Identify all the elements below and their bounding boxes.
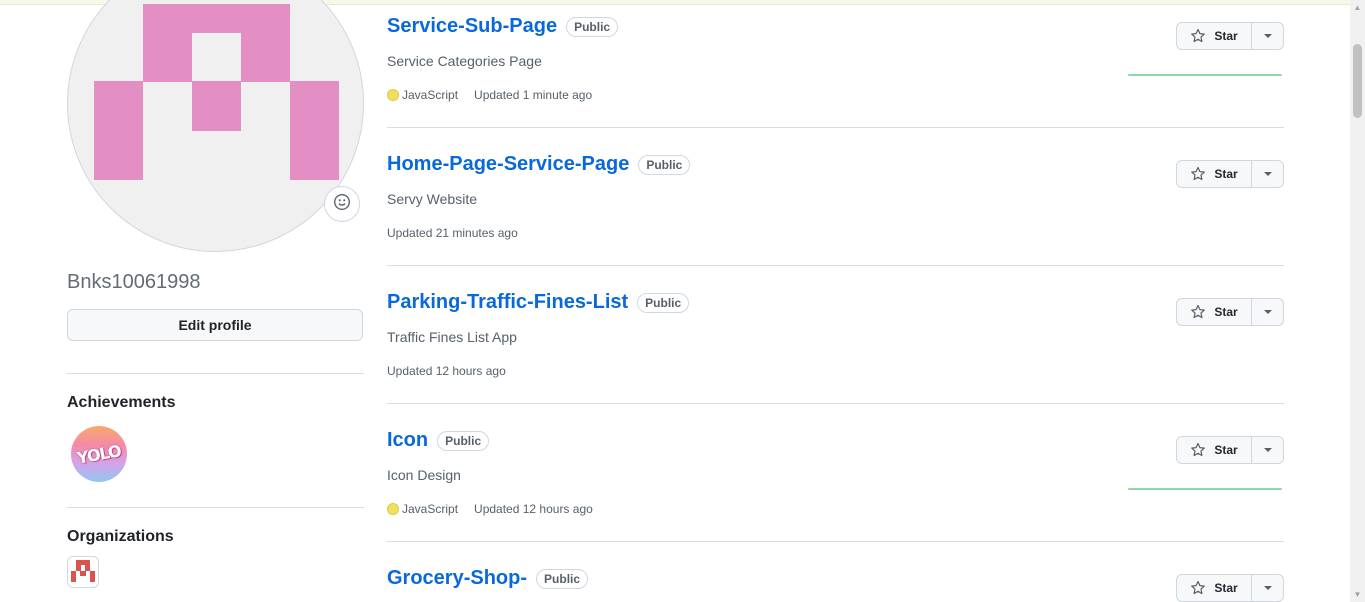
badge-label: YOLO [75, 440, 123, 468]
repo-updated: Updated 12 hours ago [474, 502, 593, 516]
repo-updated: Updated 12 hours ago [387, 364, 506, 378]
language-color-dot [387, 503, 399, 515]
repo-description: Icon Design [387, 467, 461, 483]
visibility-badge: Public [638, 154, 691, 175]
star-list-dropdown[interactable] [1252, 23, 1283, 49]
repo-list-item: Grocery-Shop- Public Star [387, 567, 1284, 602]
star-button-group: Star [1176, 22, 1284, 50]
scrollbar-thumb[interactable] [1353, 44, 1362, 118]
star-button[interactable]: Star [1177, 299, 1252, 325]
repo-list-item: Home-Page-Service-Page Public Servy Webs… [387, 153, 1284, 266]
identicon-image [94, 4, 339, 180]
star-button[interactable]: Star [1177, 161, 1252, 187]
star-label: Star [1214, 581, 1238, 595]
star-button[interactable]: Star [1177, 575, 1252, 601]
repo-list-item: Parking-Traffic-Fines-List Public Traffi… [387, 291, 1284, 404]
edit-profile-button[interactable]: Edit profile [67, 309, 363, 341]
chevron-down-icon [1263, 448, 1272, 452]
star-button-group: Star [1176, 160, 1284, 188]
repo-description: Service Categories Page [387, 53, 542, 69]
visibility-badge: Public [566, 16, 619, 37]
repo-name-link[interactable]: Icon [387, 429, 428, 452]
star-label: Star [1214, 305, 1238, 319]
visibility-badge: Public [536, 568, 589, 589]
repo-description: Traffic Fines List App [387, 329, 517, 345]
organizations-title: Organizations [67, 528, 174, 545]
activity-sparkline [1128, 74, 1282, 76]
star-icon [1191, 442, 1206, 457]
profile-avatar[interactable] [67, 0, 364, 252]
star-list-dropdown[interactable] [1252, 299, 1283, 325]
profile-username: Bnks10061998 [67, 271, 201, 293]
chevron-down-icon [1263, 310, 1272, 314]
activity-sparkline [1128, 488, 1282, 490]
star-label: Star [1214, 29, 1238, 43]
star-icon [1191, 580, 1206, 595]
chevron-down-icon [1263, 34, 1272, 38]
vertical-scrollbar[interactable]: ▲ ▼ [1350, 0, 1365, 602]
language-color-dot [387, 89, 399, 101]
star-button[interactable]: Star [1177, 437, 1252, 463]
repo-name-link[interactable]: Home-Page-Service-Page [387, 153, 629, 176]
star-button-group: Star [1176, 574, 1284, 602]
star-list-dropdown[interactable] [1252, 161, 1283, 187]
divider [387, 127, 1284, 128]
star-icon [1191, 166, 1206, 181]
repo-name-link[interactable]: Parking-Traffic-Fines-List [387, 291, 628, 314]
scroll-up-arrow-icon[interactable]: ▲ [1350, 0, 1365, 15]
scroll-down-arrow-icon[interactable]: ▼ [1350, 587, 1365, 602]
star-button-group: Star [1176, 436, 1284, 464]
star-button-group: Star [1176, 298, 1284, 326]
set-status-button[interactable] [324, 186, 360, 222]
achievements-title: Achievements [67, 394, 176, 411]
repo-list-item: Icon Public Icon Design JavaScript Updat… [387, 429, 1284, 542]
repo-updated: Updated 21 minutes ago [387, 226, 518, 240]
organization-avatar[interactable] [67, 556, 99, 588]
divider [387, 265, 1284, 266]
visibility-badge: Public [637, 292, 690, 313]
star-label: Star [1214, 443, 1238, 457]
repo-language: JavaScript [402, 502, 459, 516]
smiley-icon [333, 193, 351, 216]
divider [387, 403, 1284, 404]
repo-language: JavaScript [402, 88, 459, 102]
visibility-badge: Public [437, 430, 490, 451]
repo-list-item: Service-Sub-Page Public Service Categori… [387, 15, 1284, 128]
yolo-achievement-badge[interactable]: YOLO [71, 426, 127, 482]
star-button[interactable]: Star [1177, 23, 1252, 49]
repo-name-link[interactable]: Grocery-Shop- [387, 567, 527, 590]
star-icon [1191, 304, 1206, 319]
repo-updated: Updated 1 minute ago [474, 88, 593, 102]
divider [67, 507, 364, 508]
profile-avatar-container [67, 0, 364, 252]
star-icon [1191, 28, 1206, 43]
star-label: Star [1214, 167, 1238, 181]
divider [387, 541, 1284, 542]
chevron-down-icon [1263, 172, 1272, 176]
chevron-down-icon [1263, 586, 1272, 590]
repo-description: Servy Website [387, 191, 477, 207]
star-list-dropdown[interactable] [1252, 575, 1283, 601]
star-list-dropdown[interactable] [1252, 437, 1283, 463]
repo-name-link[interactable]: Service-Sub-Page [387, 15, 557, 38]
divider [67, 373, 364, 374]
